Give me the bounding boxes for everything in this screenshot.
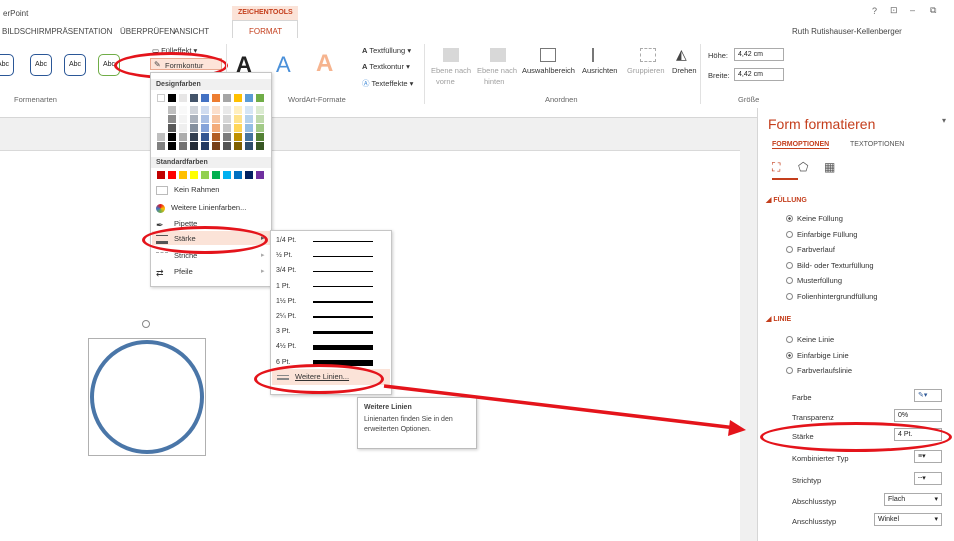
join-type-label: Anschlusstyp [792,517,837,526]
radio-icon [786,292,793,300]
color-label: Farbe [792,393,812,402]
section-fill[interactable]: ◢ FÜLLUNG [766,196,807,204]
compound-type-button[interactable]: ≡▾ [914,450,942,463]
radio-icon [786,336,793,343]
compound-type-label: Kombinierter Typ [792,454,849,463]
lines-icon: ≡▾ [918,453,926,460]
tab-shape-options[interactable]: FORMOPTIONEN [772,141,830,149]
radio-icon [786,230,793,238]
pane-options-icon[interactable]: ▾ [942,116,946,125]
dash-icon: ┄▾ [918,475,926,482]
pen-color-icon: ✎▾ [918,392,928,399]
option-label: Bild- oder Texturfüllung [797,260,874,270]
radio-icon [786,246,793,253]
option-label: Einfarbige Linie [797,350,849,360]
radio-icon [786,367,793,374]
dash-type-button[interactable]: ┄▾ [914,472,942,485]
radio-icon [786,277,793,284]
fill-option[interactable]: Bild- oder Texturfüllung [786,261,874,270]
fill-option[interactable]: Keine Füllung [786,214,843,223]
fill-option[interactable]: Farbverlauf [786,245,835,254]
tab-text-options[interactable]: TEXTOPTIONEN [850,141,904,148]
line-option[interactable]: Farbverlaufslinie [786,366,852,375]
option-label: Keine Linie [797,335,835,344]
section-line[interactable]: ◢ LINIE [766,315,791,323]
cap-type-select[interactable]: Flach ▾ [884,493,942,506]
fill-option[interactable]: Einfarbige Füllung [786,230,857,239]
pane-title: Form formatieren [768,116,876,132]
radio-icon [786,351,793,359]
line-option[interactable]: Keine Linie [786,335,834,344]
active-tab-indicator [772,178,798,180]
fill-option[interactable]: Musterfüllung [786,276,842,285]
radio-icon [786,261,793,269]
highlight-width-field [760,422,952,452]
option-label: Farbverlauf [797,245,835,254]
format-shape-pane: Form formatieren ▾ FORMOPTIONEN TEXTOPTI… [757,108,954,541]
line-option[interactable]: Einfarbige Linie [786,351,849,360]
chevron-down-icon: ▾ [934,496,938,503]
radio-icon [786,215,793,222]
transparency-label: Transparenz [792,413,834,422]
fill-line-icon[interactable]: ⛶ [772,160,780,175]
option-label: Farbverlaufslinie [797,366,853,375]
option-label: Keine Füllung [797,214,843,223]
option-label: Musterfüllung [797,276,843,285]
transparency-input[interactable]: 0% [894,409,942,422]
chevron-down-icon: ▾ [934,516,938,523]
fill-option[interactable]: Folienhintergrundfüllung [786,292,877,301]
size-properties-icon[interactable]: ▦ [824,160,835,174]
effects-icon[interactable]: ⬠ [798,160,808,174]
option-label: Einfarbige Füllung [797,229,858,239]
color-picker-button[interactable]: ✎▾ [914,389,942,402]
join-type-select[interactable]: Winkel ▾ [874,513,942,526]
dash-type-label: Strichtyp [792,476,822,485]
option-label: Folienhintergrundfüllung [797,291,878,301]
cap-type-label: Abschlusstyp [792,497,837,506]
